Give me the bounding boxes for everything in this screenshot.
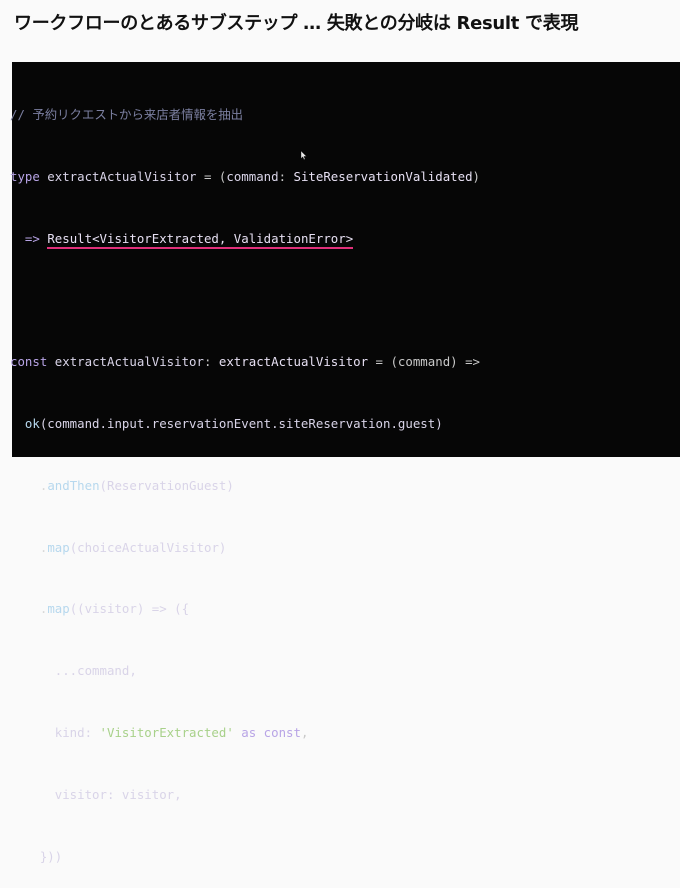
code-line-close: })) — [10, 847, 480, 868]
punctuation: : — [278, 168, 294, 184]
andthen-args: (ReservationGuest) — [99, 477, 234, 493]
indent: . — [10, 539, 48, 555]
slide-title: ワークフローのとあるサブステップ … 失敗との分岐は Result で表現 — [14, 13, 579, 34]
as-const: as const — [233, 725, 301, 740]
code-line-spread: ...command, — [10, 661, 480, 682]
code-line-map-2: .map((visitor) => ({ — [10, 599, 480, 620]
code-line-const-decl: const extractActualVisitor: extractActua… — [10, 352, 480, 373]
arrow: => — [24, 230, 48, 246]
visitor-prop: visitor: visitor, — [10, 786, 182, 802]
code-line-andthen: .andThen(ReservationGuest) — [10, 476, 480, 497]
blank — [10, 293, 17, 308]
punctuation: : — [203, 354, 219, 370]
code-comment: // 予約リクエストから来店者情報を抽出 — [10, 107, 244, 123]
param-name: command — [226, 168, 279, 184]
keyword-type: type — [10, 168, 40, 184]
code-line-blank — [10, 291, 480, 312]
code-line-visitor: visitor: visitor, — [10, 785, 480, 806]
code-block: // 予約リクエストから来店者情報を抽出 type extractActualV… — [10, 64, 480, 888]
code-line-kind: kind: 'VisitorExtracted' as const, — [10, 723, 480, 744]
code-line-ok: ok(command.input.reservationEvent.siteRe… — [10, 414, 480, 435]
code-line-type-decl: type extractActualVisitor = (command: Si… — [10, 167, 480, 188]
result-type-highlight: Result<VisitorExtracted, ValidationError… — [47, 230, 354, 249]
punctuation: = (command) => — [368, 354, 480, 370]
map-args: ((visitor) => ({ — [69, 601, 190, 617]
punctuation: , — [300, 725, 309, 740]
indent: . — [10, 477, 48, 493]
keyword-const: const — [10, 354, 48, 370]
fn-ok: ok — [24, 416, 40, 432]
ok-args: (command.input.reservationEvent.siteRese… — [39, 416, 443, 432]
kind-key: kind: — [10, 725, 100, 740]
closing-brackets: })) — [10, 848, 63, 864]
spread-command: ...command, — [10, 663, 137, 679]
const-type: extractActualVisitor — [218, 354, 369, 370]
punctuation: = ( — [203, 168, 227, 184]
code-line-map-1: .map(choiceActualVisitor) — [10, 538, 480, 559]
punctuation: ) — [472, 168, 481, 184]
param-type: SiteReservationValidated — [293, 168, 473, 184]
cursor-icon — [301, 151, 307, 160]
const-name: extractActualVisitor — [47, 354, 204, 370]
map-args: (choiceActualVisitor) — [69, 539, 227, 555]
method-map: map — [47, 539, 70, 555]
method-andthen: andThen — [47, 477, 100, 493]
indent: . — [10, 601, 48, 617]
kind-string: 'VisitorExtracted' — [99, 725, 234, 740]
code-line-return-type: => Result<VisitorExtracted, ValidationEr… — [10, 229, 480, 250]
code-line-comment: // 予約リクエストから来店者情報を抽出 — [10, 105, 480, 126]
method-map: map — [47, 601, 70, 617]
type-name: extractActualVisitor — [39, 168, 204, 184]
